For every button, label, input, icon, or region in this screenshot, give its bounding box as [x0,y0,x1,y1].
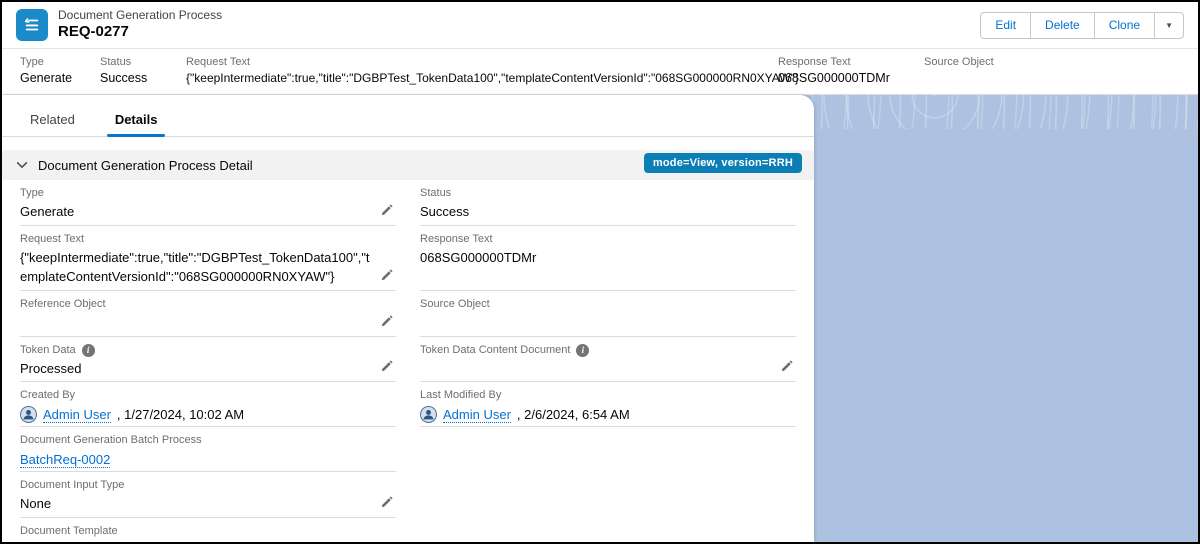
edit-document-template-icon[interactable] [378,541,396,542]
batch-process-link[interactable]: BatchReq-0002 [20,452,111,469]
edit-reference-object-icon[interactable] [378,314,396,333]
field-response-text: Response Text 068SG000000TDMr [420,226,796,291]
mode-version-badge: mode=View, version=RRH [643,153,802,173]
chevron-down-icon: ▼ [1165,20,1173,30]
edit-token-data-icon[interactable] [378,359,396,378]
field-token-data: Token Data i Processed [20,337,396,383]
empty-cell [420,472,796,518]
record-actions: Edit Delete Clone ▼ [980,11,1184,39]
highlight-type: Type Generate [20,56,73,86]
user-avatar [20,406,37,424]
field-reference-object: Reference Object [20,291,396,337]
chevron-collapse-icon[interactable] [15,158,29,172]
empty-cell [420,518,796,542]
tab-bar: Related Details [2,95,814,137]
created-by-link[interactable]: Admin User [43,407,111,423]
field-created-by: Created By Admin User , 1/27/2024, 10:02… [20,382,396,428]
clone-button[interactable]: Clone [1093,11,1156,39]
object-name: Document Generation Process [58,8,223,23]
edit-token-data-content-document-icon[interactable] [778,359,796,378]
record-name: REQ-0277 [58,23,129,41]
last-modified-by-link[interactable]: Admin User [443,407,511,423]
record-detail-card: Related Details Document Generation Proc… [2,95,814,542]
edit-document-input-type-icon[interactable] [378,495,396,514]
more-actions-button[interactable]: ▼ [1154,11,1184,39]
app-window: Document Generation Process REQ-0277 Edi… [0,0,1200,544]
highlights-panel: Type Generate Status Success Request Tex… [2,48,1198,95]
field-last-modified-by: Last Modified By Admin User , 2/6/2024, … [420,382,796,428]
tab-details[interactable]: Details [106,108,166,137]
info-icon[interactable]: i [81,343,95,357]
field-document-template: Document Template [20,518,396,542]
section-header[interactable]: Document Generation Process Detail mode=… [2,150,814,180]
edit-button[interactable]: Edit [980,11,1032,39]
edit-request-text-icon[interactable] [378,268,396,287]
highlight-source-object: Source Object [924,56,994,68]
record-title-block: Document Generation Process REQ-0277 [58,8,222,42]
field-status: Status Success [420,180,796,226]
section-title: Document Generation Process Detail [38,157,253,173]
record-header: Document Generation Process REQ-0277 Edi… [2,2,1198,48]
field-source-object: Source Object [420,291,796,337]
highlight-request-text: Request Text {"keepIntermediate":true,"t… [186,56,799,86]
highlight-response-text: Response Text 068SG000000TDMr [778,56,890,86]
page-canvas: Related Details Document Generation Proc… [2,95,1198,542]
highlight-status: Status Success [100,56,148,86]
info-icon[interactable]: i [576,343,590,357]
field-type: Type Generate [20,180,396,226]
tab-related[interactable]: Related [28,108,77,136]
edit-type-icon[interactable] [378,203,396,222]
empty-cell [420,427,796,472]
field-grid: Type Generate Status Success Request Tex… [2,180,814,542]
field-batch-process: Document Generation Batch Process BatchR… [20,427,396,473]
field-document-input-type: Document Input Type None [20,472,396,519]
user-avatar [420,406,437,424]
document-generation-process-icon [16,9,48,41]
delete-button[interactable]: Delete [1030,11,1095,39]
field-request-text: Request Text {"keepIntermediate":true,"t… [20,226,396,291]
field-token-data-content-document: Token Data Content Document i [420,337,796,383]
